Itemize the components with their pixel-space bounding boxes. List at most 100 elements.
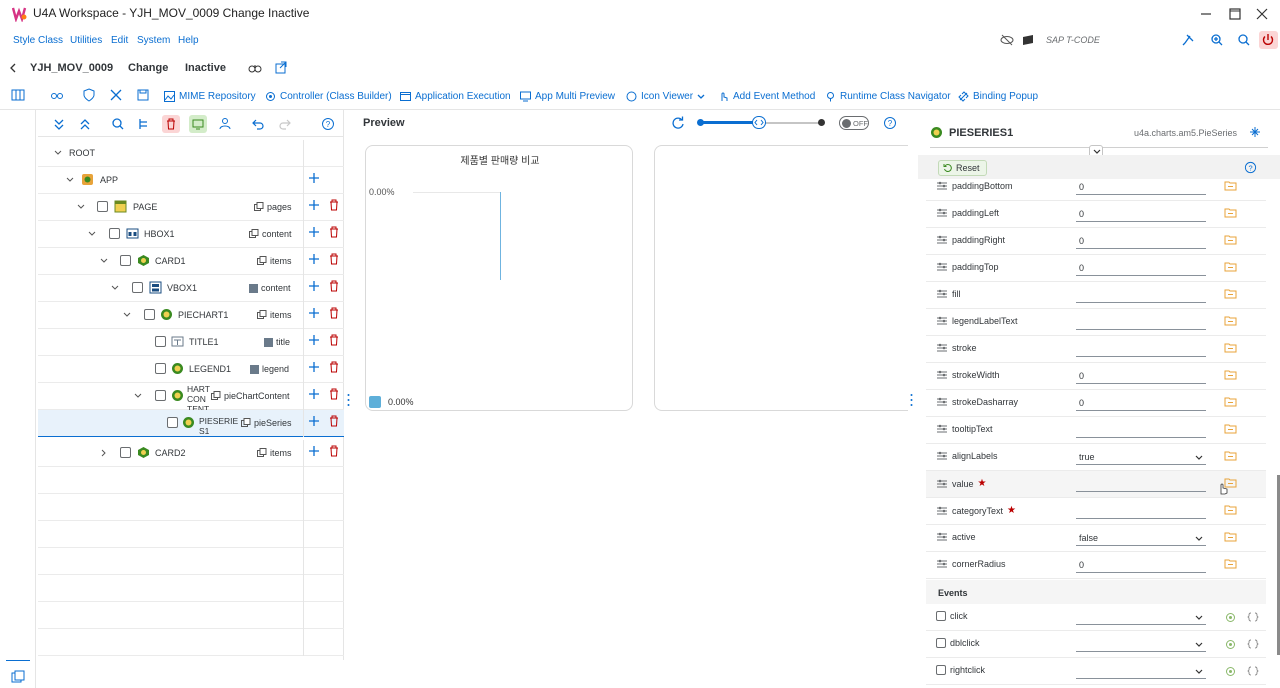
trash-icon[interactable] xyxy=(329,415,339,427)
add-icon[interactable] xyxy=(308,280,320,292)
sap-tcode-input[interactable]: SAP T-CODE xyxy=(1046,35,1100,45)
code-braces-icon[interactable] xyxy=(1247,639,1259,649)
chevron-down-icon[interactable] xyxy=(134,392,142,400)
prop-input[interactable]: 0 xyxy=(1076,206,1206,222)
trash-icon[interactable] xyxy=(329,199,339,211)
trash-icon[interactable] xyxy=(329,307,339,319)
tree-row-hbox1[interactable]: HBOX1 content xyxy=(38,221,344,248)
external-link-icon[interactable] xyxy=(275,61,287,74)
chevron-down-icon[interactable] xyxy=(66,176,74,184)
prop-input[interactable] xyxy=(1076,503,1206,519)
help-icon[interactable]: ? xyxy=(321,117,335,131)
trash-icon[interactable] xyxy=(329,388,339,400)
tree-row-piechartcontent[interactable]: HART CON TENT pieChartContent xyxy=(38,383,344,414)
hide-icon[interactable] xyxy=(999,33,1015,47)
tree-row-card2[interactable]: CARD2 items xyxy=(38,440,344,467)
add-icon[interactable] xyxy=(308,172,320,184)
tree-search-icon[interactable] xyxy=(111,117,125,131)
folder-icon[interactable] xyxy=(1224,261,1237,272)
prop-input[interactable] xyxy=(1076,341,1206,357)
search-icon[interactable] xyxy=(1236,33,1252,47)
folder-icon[interactable] xyxy=(1224,450,1237,461)
add-icon[interactable] xyxy=(308,415,320,427)
collapse-all-icon[interactable] xyxy=(78,117,92,131)
add-icon[interactable] xyxy=(308,361,320,373)
trash-icon[interactable] xyxy=(329,334,339,346)
prop-input[interactable]: 0 xyxy=(1076,395,1206,411)
trash-icon[interactable] xyxy=(329,445,339,457)
prop-input[interactable]: 0 xyxy=(1076,557,1206,573)
code-braces-icon[interactable] xyxy=(1247,666,1259,676)
menu-help[interactable]: Help xyxy=(178,35,199,46)
folder-icon[interactable] xyxy=(1224,234,1237,245)
back-icon[interactable] xyxy=(9,63,17,73)
menu-style-class[interactable]: Style Class xyxy=(13,35,63,46)
props-help-icon[interactable]: ? xyxy=(1244,161,1257,174)
preview-splitter-handle[interactable] xyxy=(910,393,913,407)
tree-checkbox[interactable] xyxy=(155,363,166,374)
chevron-down-icon[interactable] xyxy=(111,284,119,292)
add-event-button[interactable]: Add Event Method xyxy=(718,91,815,102)
prop-input[interactable] xyxy=(1076,287,1206,303)
chevron-down-icon[interactable] xyxy=(77,203,85,211)
chevron-down-icon[interactable] xyxy=(88,230,96,238)
refresh-icon[interactable] xyxy=(671,116,685,130)
tree-checkbox[interactable] xyxy=(97,201,108,212)
folder-icon[interactable] xyxy=(1224,423,1237,434)
folder-icon[interactable] xyxy=(1224,369,1237,380)
tree-row-title1[interactable]: TITLE1 title xyxy=(38,329,344,356)
chevron-down-icon[interactable] xyxy=(123,311,131,319)
menu-utilities[interactable]: Utilities xyxy=(70,35,102,46)
trash-icon[interactable] xyxy=(329,280,339,292)
add-icon[interactable] xyxy=(308,445,320,457)
flag-icon[interactable] xyxy=(1020,33,1036,47)
event-checkbox[interactable] xyxy=(936,638,946,648)
folder-icon[interactable] xyxy=(1224,180,1237,191)
event-method-select[interactable] xyxy=(1076,609,1206,625)
add-icon[interactable] xyxy=(308,388,320,400)
redo-icon[interactable] xyxy=(278,117,292,131)
tree-checkbox[interactable] xyxy=(167,417,178,428)
folder-icon[interactable] xyxy=(1224,315,1237,326)
tree-checkbox[interactable] xyxy=(144,309,155,320)
prop-input[interactable] xyxy=(1076,422,1206,438)
settings-icon[interactable] xyxy=(1225,666,1236,677)
preview-help-icon[interactable]: ? xyxy=(883,116,897,130)
binding-popup-button[interactable]: Binding Popup xyxy=(958,91,1038,102)
code-braces-icon[interactable] xyxy=(1247,612,1259,622)
maximize-icon[interactable] xyxy=(1227,6,1243,22)
preview-toggle[interactable]: OFF xyxy=(839,116,869,130)
tree-splitter-handle[interactable] xyxy=(347,393,350,407)
trash-icon[interactable] xyxy=(329,253,339,265)
folder-icon[interactable] xyxy=(1224,342,1237,353)
app-execution-button[interactable]: Application Execution xyxy=(400,91,511,102)
tree-row-card1[interactable]: CARD1 items xyxy=(38,248,344,275)
folder-icon[interactable] xyxy=(1224,396,1237,407)
zoom-in-icon[interactable] xyxy=(1209,33,1225,47)
trash-icon[interactable] xyxy=(329,361,339,373)
chevron-down-icon[interactable] xyxy=(100,257,108,265)
panel-toggle-icon[interactable] xyxy=(11,670,25,684)
pin-icon[interactable] xyxy=(1181,33,1197,47)
menu-system[interactable]: System xyxy=(137,35,170,46)
prop-input[interactable]: 0 xyxy=(1076,233,1206,249)
prop-select[interactable]: true xyxy=(1076,449,1206,465)
expand-all-icon[interactable] xyxy=(52,117,66,131)
tree-structure-icon[interactable] xyxy=(137,117,151,131)
add-icon[interactable] xyxy=(308,334,320,346)
add-icon[interactable] xyxy=(308,199,320,211)
chevron-right-icon[interactable] xyxy=(100,449,108,457)
tree-checkbox[interactable] xyxy=(120,447,131,458)
runtime-nav-button[interactable]: Runtime Class Navigator xyxy=(825,91,951,102)
tree-checkbox[interactable] xyxy=(120,255,131,266)
undo-icon[interactable] xyxy=(251,117,265,131)
folder-icon[interactable] xyxy=(1224,288,1237,299)
folder-icon[interactable] xyxy=(1224,207,1237,218)
add-icon[interactable] xyxy=(308,307,320,319)
folder-icon[interactable] xyxy=(1224,558,1237,569)
prop-input[interactable] xyxy=(1076,476,1206,492)
controller-button[interactable]: Controller (Class Builder) xyxy=(265,91,392,102)
multi-preview-button[interactable]: App Multi Preview xyxy=(520,91,615,102)
icon-viewer-button[interactable]: Icon Viewer xyxy=(626,91,705,102)
event-method-select[interactable] xyxy=(1076,663,1206,679)
